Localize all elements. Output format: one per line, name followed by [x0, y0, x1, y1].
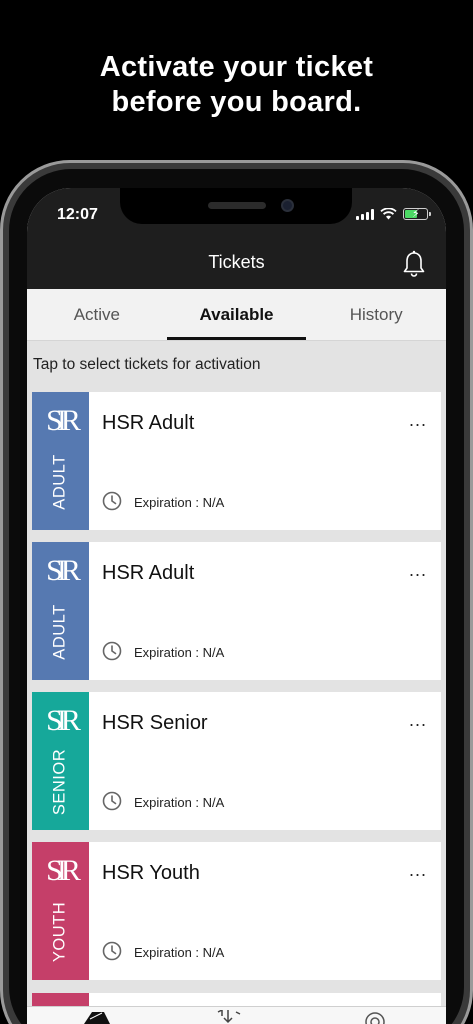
expiration-text: Expiration : N/A — [134, 795, 225, 810]
ticket-type-label: SENIOR — [50, 748, 69, 816]
ticket-tabs: Active Available History — [27, 289, 446, 341]
expiration-text: Expiration : N/A — [134, 945, 225, 960]
phone-notch — [120, 188, 352, 224]
clock-icon — [102, 491, 122, 511]
hsr-logo-icon: SIR — [46, 404, 87, 437]
clock-icon — [102, 641, 122, 661]
ticket-name: HSR Adult — [102, 412, 195, 434]
svg-text:SIR: SIR — [46, 404, 81, 437]
wifi-icon — [380, 208, 397, 220]
status-time: 12:07 — [57, 206, 98, 223]
ticket-card[interactable]: SIR ADULT HSR Adult... Expiration : N/A — [32, 392, 441, 530]
expiration-text: Expiration : N/A — [134, 495, 225, 510]
status-icons: ⚡ — [356, 208, 431, 220]
hsr-logo-icon: SIR — [46, 554, 87, 587]
ticket-type-label: ADULT — [50, 454, 69, 510]
more-options-button[interactable]: ... — [409, 710, 427, 731]
ticket-card[interactable]: SIR ADULT HSR Adult... Expiration : N/A — [32, 542, 441, 680]
tab-active[interactable]: Active — [27, 289, 167, 340]
tickets-nav-icon[interactable] — [82, 1010, 112, 1024]
hsr-logo-icon: SIR — [46, 704, 87, 737]
tab-available[interactable]: Available — [166, 289, 307, 340]
app-screen: 12:07 ⚡ Tickets Active Available History… — [27, 188, 446, 1024]
tab-history[interactable]: History — [306, 289, 446, 340]
svg-text:SIR: SIR — [46, 554, 81, 587]
promo-line-1: Activate your ticket — [99, 51, 374, 83]
ticket-card[interactable]: SIR YOUTH HSR Youth... Expiration : N/A — [32, 842, 441, 980]
cellular-signal-icon — [356, 208, 374, 220]
ticket-color-stripe: SIR YOUTH — [32, 842, 89, 980]
instruction-text: Tap to select tickets for activation — [33, 356, 261, 373]
ticket-name: HSR Youth — [102, 862, 200, 884]
bottom-navigation — [27, 1006, 446, 1024]
ticket-name: HSR Senior — [102, 712, 208, 734]
ticket-card[interactable]: SIR SENIOR HSR Senior... Expiration : N/A — [32, 692, 441, 830]
clock-icon — [102, 791, 122, 811]
page-title: Tickets — [208, 252, 265, 272]
speaker-grille — [208, 202, 266, 209]
battery-charging-icon: ⚡ — [403, 208, 431, 220]
promo-headline: Activate your ticket before you board. — [0, 50, 473, 120]
settings-gear-icon[interactable] — [360, 1010, 390, 1024]
transit-nav-icon[interactable] — [214, 1010, 244, 1024]
promo-line-2: before you board. — [111, 86, 362, 118]
bell-icon[interactable] — [402, 250, 426, 278]
more-options-button[interactable]: ... — [409, 410, 427, 431]
ticket-color-stripe: SIR ADULT — [32, 542, 89, 680]
svg-text:SIR: SIR — [46, 704, 81, 737]
expiration-text: Expiration : N/A — [134, 645, 225, 660]
hsr-logo-icon: SIR — [46, 854, 87, 887]
more-options-button[interactable]: ... — [409, 560, 427, 581]
ticket-type-label: ADULT — [50, 604, 69, 660]
ticket-color-stripe: SIR ADULT — [32, 392, 89, 530]
clock-icon — [102, 941, 122, 961]
front-camera — [281, 199, 294, 212]
svg-text:SIR: SIR — [46, 854, 81, 887]
ticket-type-label: YOUTH — [50, 901, 69, 963]
more-options-button[interactable]: ... — [409, 860, 427, 881]
ticket-name: HSR Adult — [102, 562, 195, 584]
ticket-color-stripe: SIR SENIOR — [32, 692, 89, 830]
